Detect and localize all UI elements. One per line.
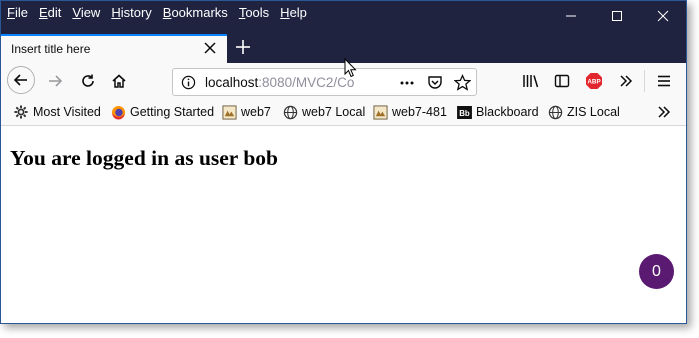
globe-icon bbox=[282, 104, 298, 120]
svg-text:Bb: Bb bbox=[459, 108, 470, 117]
overflow-menu-button[interactable] bbox=[613, 68, 639, 94]
bookmark-web7-local[interactable]: web7 Local bbox=[282, 104, 365, 120]
menu-tools[interactable]: Tools bbox=[239, 5, 269, 20]
gear-icon bbox=[13, 104, 29, 120]
hamburger-menu-button[interactable] bbox=[651, 68, 677, 94]
pocket-icon[interactable] bbox=[427, 74, 443, 90]
bookmark-label: Most Visited bbox=[33, 105, 101, 119]
menu: File Edit View History Bookmarks Tools H… bbox=[7, 5, 318, 20]
chevron-double-right-icon bbox=[658, 106, 671, 118]
sidebar-icon bbox=[554, 74, 570, 88]
bookmark-web7-481[interactable]: web7-481 bbox=[372, 104, 447, 120]
page-actions-icon[interactable] bbox=[399, 75, 415, 91]
back-arrow-icon bbox=[13, 74, 27, 86]
web7-icon bbox=[221, 104, 237, 120]
new-tab-icon[interactable] bbox=[233, 37, 253, 57]
globe-icon bbox=[547, 104, 563, 120]
blackboard-icon: Bb bbox=[456, 104, 472, 120]
notification-badge[interactable]: 0 bbox=[639, 254, 674, 289]
library-icon bbox=[523, 75, 539, 88]
hamburger-icon bbox=[658, 75, 670, 87]
menu-view[interactable]: View bbox=[72, 5, 100, 20]
bookmarks-overflow-button[interactable] bbox=[656, 104, 672, 120]
close-icon bbox=[657, 10, 669, 22]
tab-close-icon[interactable] bbox=[203, 41, 217, 55]
bookmarks-toolbar: Most Visited Getting Started web7 web7 L… bbox=[1, 99, 686, 126]
menu-help[interactable]: Help bbox=[280, 5, 307, 20]
maximize-button[interactable] bbox=[594, 1, 640, 31]
reload-button[interactable] bbox=[75, 68, 101, 94]
library-button[interactable] bbox=[518, 68, 544, 94]
window-controls bbox=[548, 1, 686, 31]
back-button[interactable] bbox=[7, 66, 35, 94]
info-icon[interactable] bbox=[181, 75, 196, 90]
bookmark-label: ZIS Local bbox=[567, 105, 620, 119]
bookmark-most-visited[interactable]: Most Visited bbox=[13, 104, 101, 120]
browser-window: File Edit View History Bookmarks Tools H… bbox=[0, 0, 687, 324]
menu-bookmarks[interactable]: Bookmarks bbox=[163, 5, 228, 20]
svg-text:ABP: ABP bbox=[587, 79, 600, 86]
minimize-icon bbox=[566, 15, 576, 17]
bookmark-web7[interactable]: web7 bbox=[221, 104, 271, 120]
home-icon bbox=[112, 74, 126, 88]
adblock-button[interactable]: ABP bbox=[581, 68, 607, 94]
bookmark-label: web7 bbox=[241, 105, 271, 119]
home-button[interactable] bbox=[106, 68, 132, 94]
bookmark-label: web7 Local bbox=[302, 105, 366, 119]
bookmark-star-icon[interactable] bbox=[454, 74, 471, 91]
login-message: You are logged in as user bob bbox=[10, 146, 279, 170]
url-text[interactable]: localhost:8080/MVC2/Co bbox=[205, 75, 365, 90]
bookmark-getting-started[interactable]: Getting Started bbox=[110, 104, 214, 120]
forward-arrow-icon bbox=[49, 75, 63, 87]
bookmark-zis-local[interactable]: ZIS Local bbox=[547, 104, 620, 120]
chevron-double-right-icon bbox=[620, 75, 633, 87]
maximize-icon bbox=[612, 11, 622, 21]
close-window-button[interactable] bbox=[640, 1, 686, 31]
tab-title: Insert title here bbox=[11, 42, 91, 56]
firefox-icon bbox=[110, 104, 126, 120]
tab-active[interactable]: Insert title here bbox=[1, 34, 227, 63]
menu-edit[interactable]: Edit bbox=[39, 5, 61, 20]
menu-history[interactable]: History bbox=[111, 5, 151, 20]
reload-icon bbox=[82, 74, 94, 87]
url-path: :8080/MVC2/Co bbox=[258, 75, 355, 90]
menu-bar: File Edit View History Bookmarks Tools H… bbox=[1, 1, 686, 34]
menu-file[interactable]: File bbox=[7, 5, 28, 20]
bookmark-blackboard[interactable]: Bb Blackboard bbox=[456, 104, 539, 120]
adblock-plus-icon: ABP bbox=[586, 73, 602, 89]
bookmark-label: Blackboard bbox=[476, 105, 539, 119]
toolbar-divider bbox=[644, 70, 645, 92]
bookmark-label: web7-481 bbox=[392, 105, 447, 119]
bookmark-label: Getting Started bbox=[130, 105, 215, 119]
forward-button[interactable] bbox=[42, 68, 68, 94]
sidebar-button[interactable] bbox=[549, 68, 575, 94]
url-host: localhost bbox=[205, 75, 259, 90]
web7-icon bbox=[372, 104, 388, 120]
mouse-cursor-icon bbox=[344, 58, 357, 78]
page-content: You are logged in as user bob 0 bbox=[1, 126, 686, 323]
minimize-button[interactable] bbox=[548, 1, 594, 31]
url-bar[interactable]: localhost:8080/MVC2/Co bbox=[172, 68, 477, 96]
